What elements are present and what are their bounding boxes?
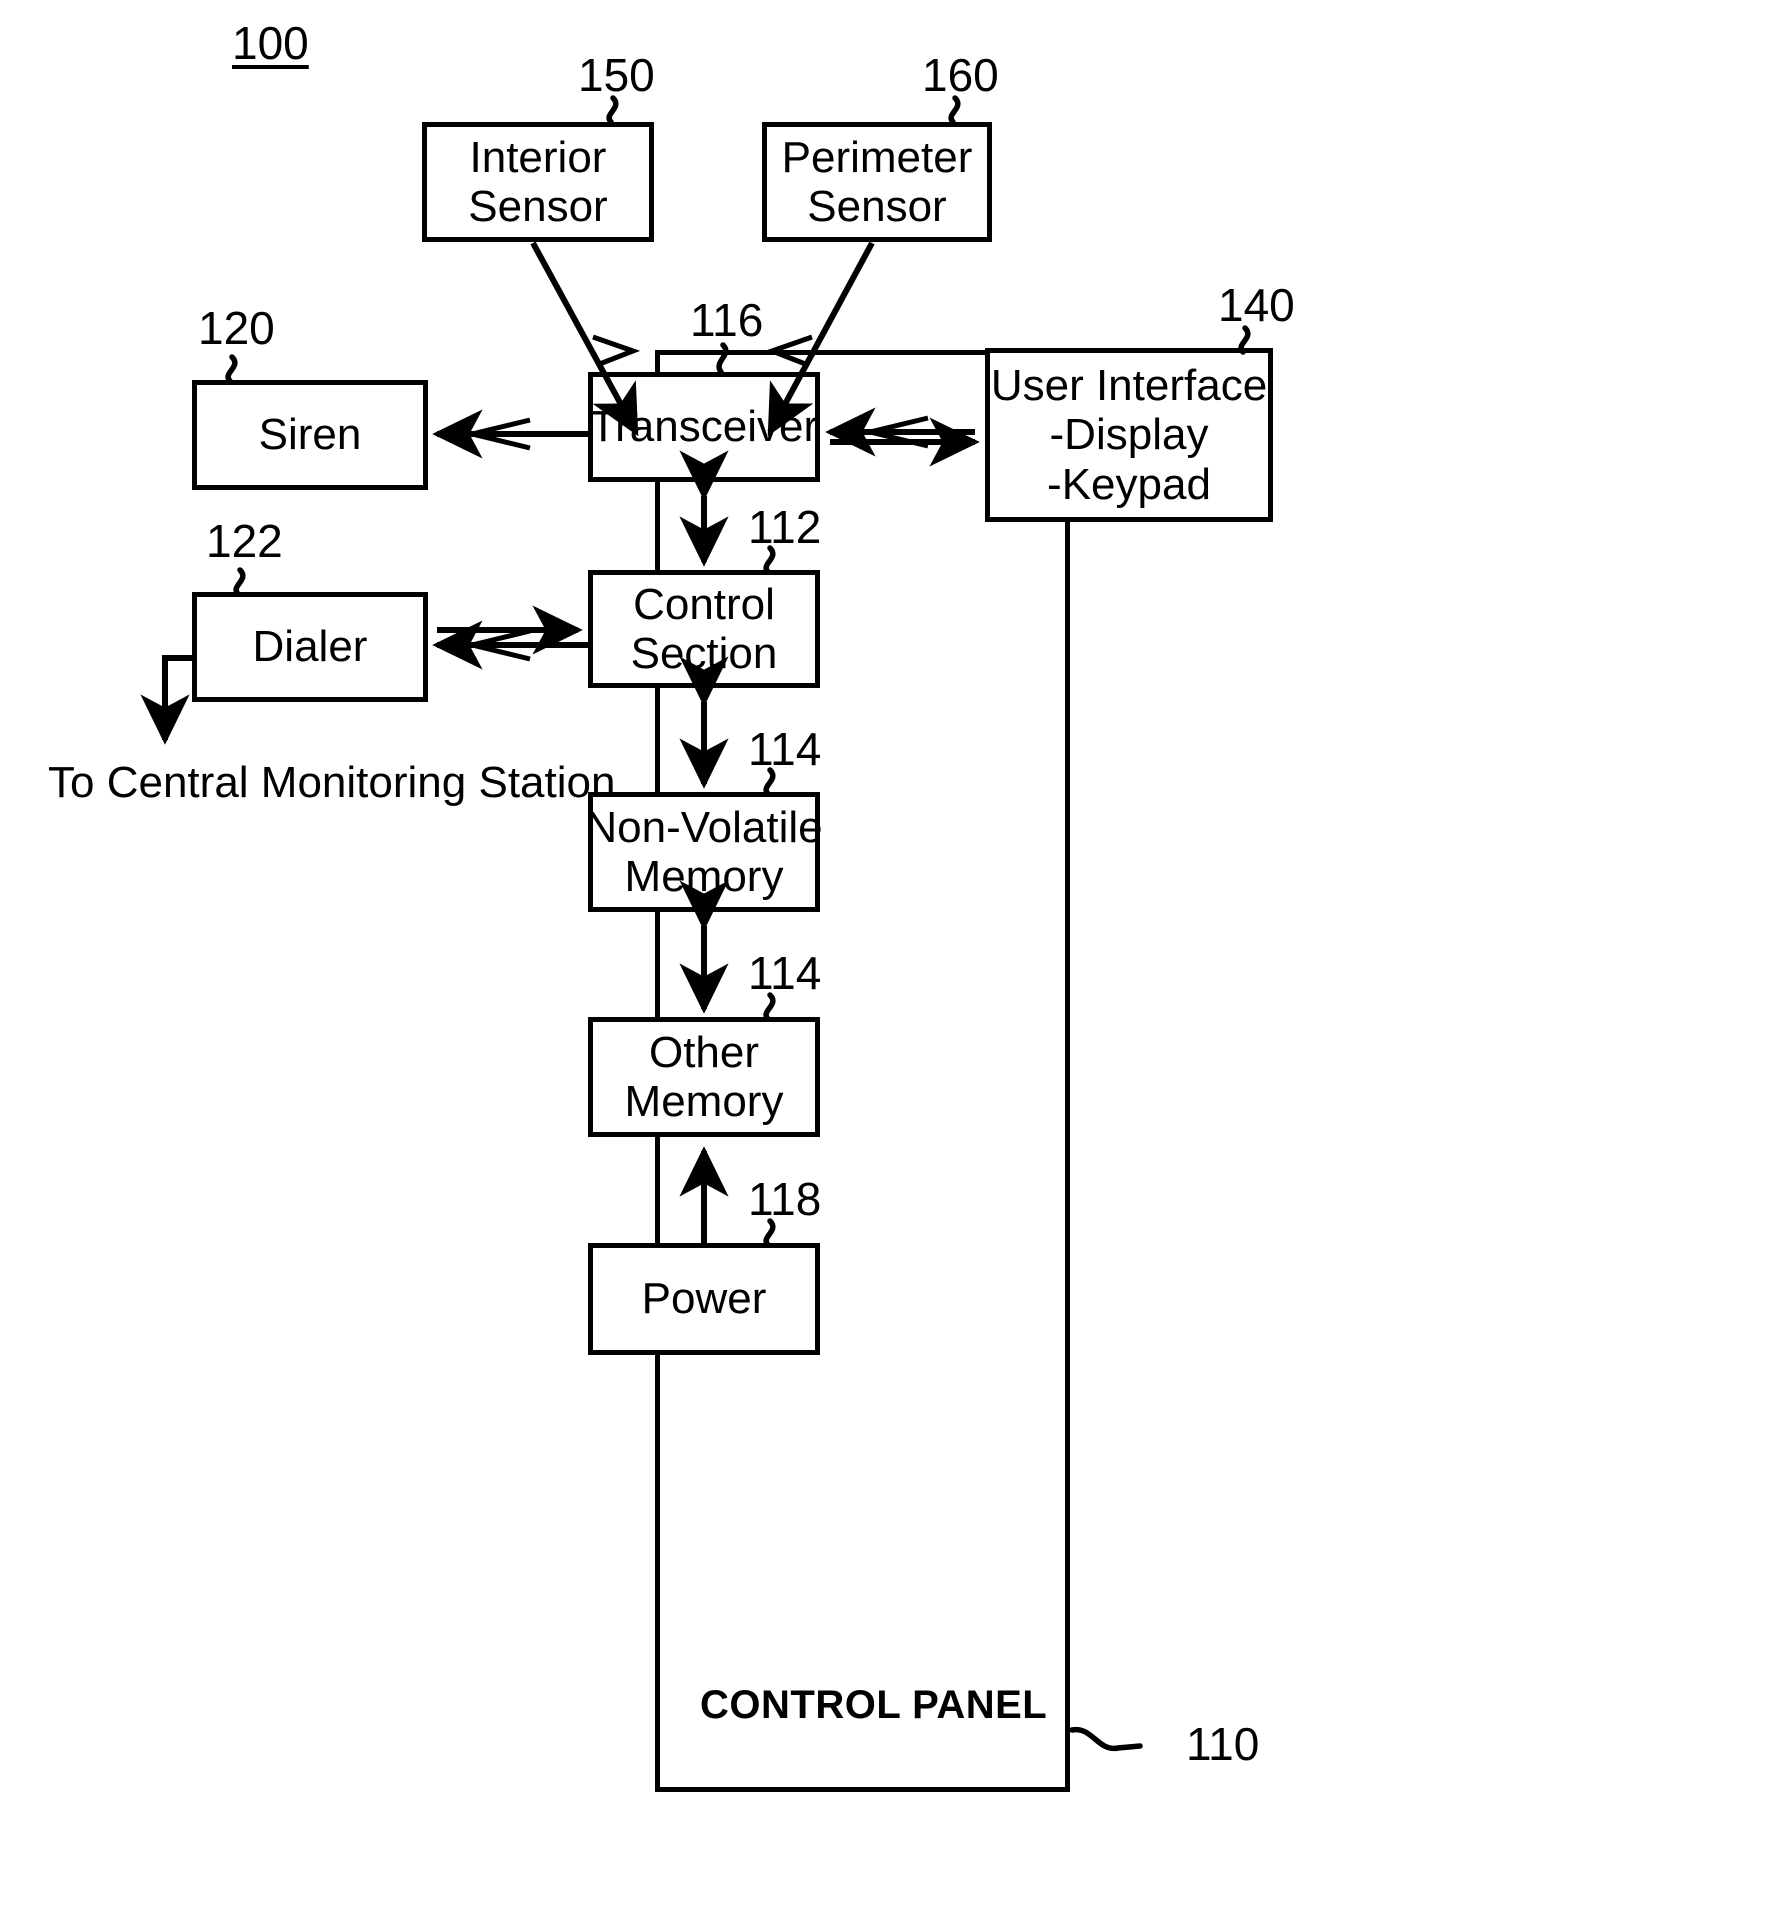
leader-120 [225,354,238,384]
block-user-interface-line-1: User Interface [990,361,1268,411]
block-power-line-1: Power [641,1274,767,1324]
cms-line-1: To [48,758,95,807]
ref-label-user-interface: 140 [1218,279,1295,331]
wireless-break-siren [471,417,531,451]
block-perimeter-sensor-line-1: Perimeter [781,132,973,182]
block-other-memory-line-2: Memory [624,1077,784,1126]
ref-label-siren: 120 [198,302,275,354]
block-control-section: Control Section [588,570,820,688]
block-siren: Siren [192,380,428,490]
block-non-volatile-memory-line-1: Non-Volatile [585,802,823,852]
figure-number-label: 100 [232,17,309,69]
cms-line-3: Monitoring [260,758,467,807]
block-interior-sensor-line-2: Sensor [468,182,608,231]
wireless-break-interior [592,334,641,368]
link-dialer-to-central-station [140,655,192,745]
block-non-volatile-memory: Non-Volatile Memory [585,792,823,912]
block-interior-sensor-line-1: Interior [469,132,607,182]
block-control-section-line-2: Section [630,629,778,678]
block-other-memory-line-1: Other [648,1027,760,1077]
central-monitoring-station-annotation: To Central Monitoring Station [48,758,615,809]
block-control-section-line-1: Control [633,579,775,629]
cms-line-4: Station [478,758,616,807]
block-user-interface: User Interface -Display -Keypad [985,348,1273,522]
block-non-volatile-memory-line-2: Memory [624,852,784,901]
block-user-interface-line-2: -Display [1049,410,1209,460]
block-dialer-line-1: Dialer [252,622,368,672]
patent-figure: 100 CONTROL PANEL 110 Interior Sensor 15… [0,0,1784,1916]
leader-122 [233,567,246,597]
block-power: Power [588,1243,820,1355]
leader-110 [1069,1726,1143,1752]
wireless-break-dialer [471,628,531,662]
block-perimeter-sensor-line-2: Sensor [807,182,947,231]
block-perimeter-sensor: Perimeter Sensor [762,122,992,242]
cms-line-2: Central [106,758,249,807]
ref-label-power: 118 [748,1173,822,1225]
ref-label-other-memory: 114 [748,947,822,999]
block-transceiver: Transceiver [588,372,820,482]
ref-label-control-section: 112 [748,501,822,553]
block-siren-line-1: Siren [258,410,362,460]
block-transceiver-line-1: Transceiver [589,402,819,452]
ref-label-perimeter-sensor: 160 [922,49,999,101]
block-other-memory: Other Memory [588,1017,820,1137]
block-interior-sensor: Interior Sensor [422,122,654,242]
control-panel-title: CONTROL PANEL [700,1683,1048,1727]
block-user-interface-line-3: -Keypad [1047,459,1211,509]
leader-160 [948,95,961,125]
block-dialer: Dialer [192,592,428,702]
ref-label-non-volatile-memory: 114 [748,723,822,775]
ref-label-dialer: 122 [206,515,283,567]
ref-label-control-panel: 110 [1186,1718,1260,1770]
ref-label-transceiver: 116 [690,294,764,346]
ref-label-interior-sensor: 150 [578,49,655,101]
leader-150 [606,95,619,125]
